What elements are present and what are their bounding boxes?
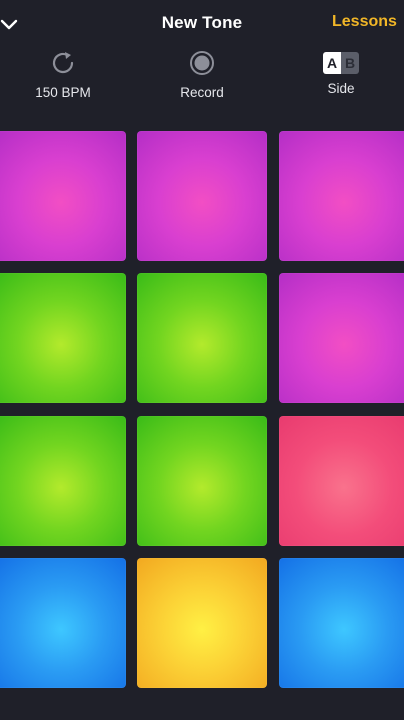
- drum-pad-5[interactable]: [137, 273, 267, 403]
- drum-pad-9[interactable]: [279, 416, 404, 546]
- drum-pad-11[interactable]: [137, 558, 267, 688]
- drum-pad-4[interactable]: [0, 273, 126, 403]
- drum-pad-screen: New Tone Lessons 150 BPM Record A B Side: [0, 0, 404, 720]
- drum-pad-3[interactable]: [279, 131, 404, 261]
- drum-pad-2[interactable]: [137, 131, 267, 261]
- drum-pad-6[interactable]: [279, 273, 404, 403]
- drum-pad-10[interactable]: [0, 558, 126, 688]
- drum-pad-7[interactable]: [0, 416, 126, 546]
- pad-grid: [0, 0, 404, 720]
- drum-pad-8[interactable]: [137, 416, 267, 546]
- drum-pad-1[interactable]: [0, 131, 126, 261]
- drum-pad-12[interactable]: [279, 558, 404, 688]
